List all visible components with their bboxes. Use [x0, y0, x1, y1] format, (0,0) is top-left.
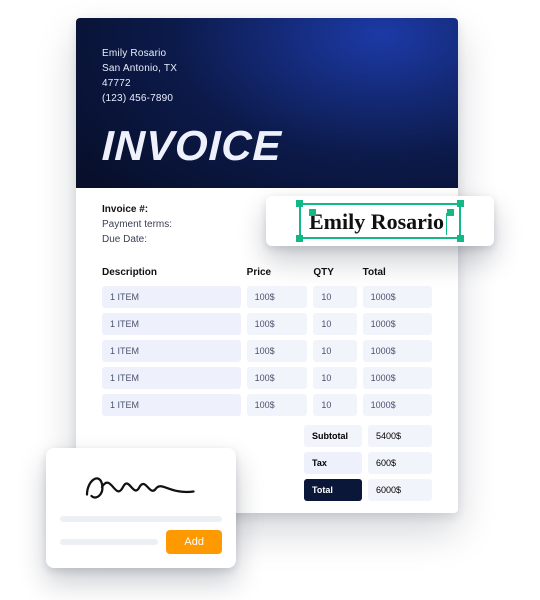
invoice-number-label: Invoice #: [102, 204, 172, 215]
col-price: Price [247, 267, 308, 278]
invoice-title: INVOICE [101, 122, 433, 170]
cell-description[interactable]: 1 ITEM [102, 286, 241, 308]
text-edit-overlay[interactable]: Emily Rosario [266, 196, 494, 246]
invoice-document: Emily Rosario San Antonio, TX 47772 (123… [76, 18, 458, 513]
signature-preview [60, 462, 222, 512]
resize-handle-icon[interactable] [296, 200, 303, 207]
cell-total[interactable]: 1000$ [363, 313, 432, 335]
cell-total[interactable]: 1000$ [363, 367, 432, 389]
tax-value: 600$ [368, 452, 432, 474]
signature-icon [81, 464, 201, 510]
cell-price[interactable]: 100$ [247, 286, 308, 308]
editing-text[interactable]: Emily Rosario [309, 209, 444, 234]
sender-zip: 47772 [102, 76, 432, 91]
cell-qty[interactable]: 10 [313, 313, 356, 335]
col-qty: QTY [313, 267, 356, 278]
cell-price[interactable]: 100$ [247, 340, 308, 362]
invoice-header: Emily Rosario San Antonio, TX 47772 (123… [76, 18, 458, 188]
text-caret-icon [446, 213, 447, 235]
sender-city: San Antonio, TX [102, 61, 432, 76]
tax-label: Tax [304, 452, 362, 474]
cell-price[interactable]: 100$ [247, 313, 308, 335]
cell-total[interactable]: 1000$ [363, 394, 432, 416]
table-row: 1 ITEM 100$10 1000$ [102, 313, 432, 340]
table-row: 1 ITEM 100$10 1000$ [102, 340, 432, 367]
due-date-label: Due Date: [102, 234, 172, 245]
sender-phone: (123) 456-7890 [102, 91, 432, 106]
total-value: 6000$ [368, 479, 432, 501]
cell-qty[interactable]: 10 [313, 340, 356, 362]
col-description: Description [102, 267, 241, 278]
placeholder-bar [60, 516, 222, 522]
resize-handle-icon[interactable] [457, 235, 464, 242]
table-row: 1 ITEM 100$10 1000$ [102, 286, 432, 313]
cell-description[interactable]: 1 ITEM [102, 394, 241, 416]
table-row: 1 ITEM 100$10 1000$ [102, 367, 432, 394]
table-row: 1 ITEM 100$10 1000$ [102, 394, 432, 421]
cell-price[interactable]: 100$ [247, 367, 308, 389]
sender-name: Emily Rosario [102, 46, 432, 61]
payment-terms-label: Payment terms: [102, 219, 172, 230]
cell-qty[interactable]: 10 [313, 394, 356, 416]
total-label: Total [304, 479, 362, 501]
cell-description[interactable]: 1 ITEM [102, 367, 241, 389]
cell-total[interactable]: 1000$ [363, 286, 432, 308]
text-selection-box[interactable]: Emily Rosario [299, 203, 461, 239]
subtotal-value: 5400$ [368, 425, 432, 447]
cell-total[interactable]: 1000$ [363, 340, 432, 362]
resize-handle-icon[interactable] [457, 200, 464, 207]
signature-card: Add [46, 448, 236, 568]
cell-description[interactable]: 1 ITEM [102, 340, 241, 362]
cell-description[interactable]: 1 ITEM [102, 313, 241, 335]
subtotal-label: Subtotal [304, 425, 362, 447]
col-total: Total [363, 267, 432, 278]
placeholder-bar [60, 539, 158, 545]
cell-qty[interactable]: 10 [313, 286, 356, 308]
cell-qty[interactable]: 10 [313, 367, 356, 389]
add-button[interactable]: Add [166, 530, 222, 554]
cell-price[interactable]: 100$ [247, 394, 308, 416]
resize-handle-icon[interactable] [296, 235, 303, 242]
